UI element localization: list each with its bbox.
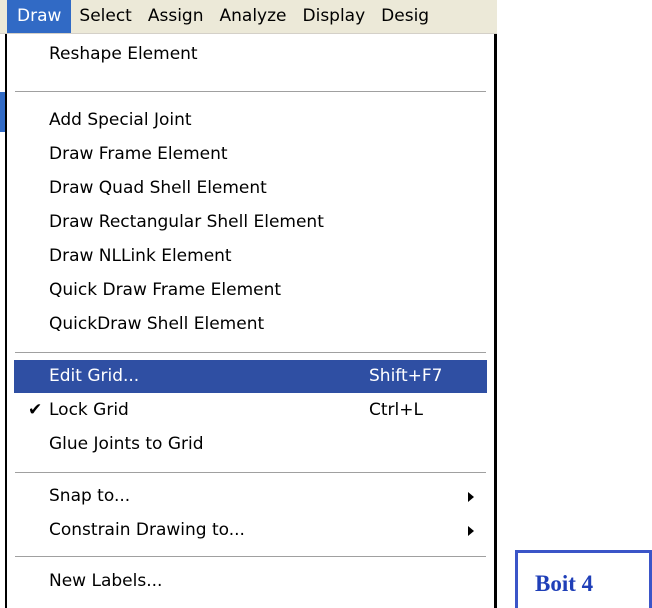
menu-item-label: Constrain Drawing to... (49, 520, 245, 540)
caption-label: Boit 4 (535, 571, 594, 596)
menu-item-label: Quick Draw Frame Element (49, 280, 282, 300)
menu-item-shortcut: Ctrl+L (369, 400, 423, 420)
menu-item-draw-nllink-element[interactable]: Draw NLLink Element (14, 240, 487, 273)
menu-display[interactable]: Display (295, 0, 374, 33)
menu-item-quick-draw-frame-element[interactable]: Quick Draw Frame Element (14, 274, 487, 307)
menu-item-label: QuickDraw Shell Element (49, 314, 265, 334)
menu-item-label: Edit Grid... (49, 366, 140, 386)
menu-select[interactable]: Select (71, 0, 139, 33)
menu-item-draw-rectangular-shell-element[interactable]: Draw Rectangular Shell Element (14, 206, 487, 239)
menu-separator (15, 352, 486, 354)
menu-item-label: New Labels... (49, 571, 163, 591)
menu-item-label: Reshape Element (49, 44, 198, 64)
menu-item-label: Glue Joints to Grid (49, 434, 204, 454)
menu-item-quickdraw-shell-element[interactable]: QuickDraw Shell Element (14, 308, 487, 341)
menu-item-lock-grid[interactable]: ✔ Lock Grid Ctrl+L (14, 394, 487, 427)
submenu-arrow-icon (468, 492, 474, 502)
draw-dropdown-menu: Reshape Element Add Special Joint Draw F… (5, 34, 497, 608)
caption-box: Boit 4 (515, 550, 652, 608)
menu-item-new-labels[interactable]: New Labels... (14, 565, 487, 598)
menu-item-shortcut: Shift+F7 (369, 366, 443, 386)
menu-analyze[interactable]: Analyze (212, 0, 295, 33)
menu-item-constrain-drawing-to[interactable]: Constrain Drawing to... (14, 514, 487, 547)
menu-item-label: Add Special Joint (49, 110, 192, 130)
menu-bar: Draw Select Assign Analyze Display Desig (0, 0, 497, 34)
menu-item-label: Draw Rectangular Shell Element (49, 212, 324, 232)
menu-item-glue-joints-to-grid[interactable]: Glue Joints to Grid (14, 428, 487, 461)
menu-item-label: Snap to... (49, 486, 131, 506)
menu-separator (15, 556, 486, 558)
menu-assign[interactable]: Assign (140, 0, 212, 33)
menu-item-label: Draw NLLink Element (49, 246, 232, 266)
menu-item-draw-frame-element[interactable]: Draw Frame Element (14, 138, 487, 171)
submenu-arrow-icon (468, 526, 474, 536)
checkmark-icon: ✔ (28, 400, 43, 420)
menu-separator (15, 472, 486, 474)
menu-item-label: Draw Quad Shell Element (49, 178, 267, 198)
menu-separator (15, 91, 486, 93)
menu-item-add-special-joint[interactable]: Add Special Joint (14, 104, 487, 137)
menu-item-label: Lock Grid (49, 400, 129, 420)
menu-item-snap-to[interactable]: Snap to... (14, 480, 487, 513)
menu-item-reshape-element[interactable]: Reshape Element (14, 38, 487, 71)
menu-item-draw-quad-shell-element[interactable]: Draw Quad Shell Element (14, 172, 487, 205)
menu-item-edit-grid[interactable]: Edit Grid... Shift+F7 (14, 360, 487, 393)
menu-draw[interactable]: Draw (7, 0, 72, 33)
menu-design[interactable]: Desig (373, 0, 437, 33)
menu-item-label: Draw Frame Element (49, 144, 228, 164)
